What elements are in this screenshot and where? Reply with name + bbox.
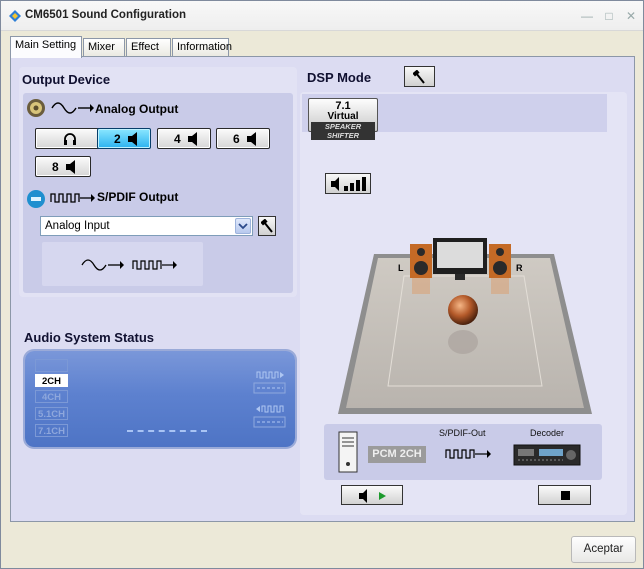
tab-main-setting[interactable]: Main Setting [10, 36, 82, 58]
analog-wave-icon [51, 102, 94, 114]
conversion-indicator [42, 242, 203, 286]
digital-in-indicator-icon [253, 405, 286, 428]
audio-status-display: 2CH 4CH 5.1CH 7.1CH [25, 351, 295, 447]
stop-icon [561, 491, 570, 500]
hammer-icon [261, 219, 273, 233]
speaker-small-icon [66, 160, 75, 174]
window-title: CM6501 Sound Configuration [25, 9, 186, 21]
tab-label: Information [177, 41, 233, 53]
speaker-play-icon [359, 489, 386, 503]
close-icon[interactable]: ✕ [623, 8, 639, 24]
8-channel-button[interactable]: 8 [35, 156, 91, 177]
title-bar[interactable]: CM6501 Sound Configuration — □ ✕ [1, 1, 643, 31]
spdif-out-label: S/PDIF-Out [439, 428, 486, 438]
tab-label: Effect [131, 41, 159, 53]
right-speaker-label: R [516, 263, 523, 273]
tab-mixer[interactable]: Mixer [83, 38, 125, 57]
minimize-icon[interactable]: — [579, 8, 595, 24]
analog-output-label: Analog Output [95, 102, 179, 116]
play-test-button[interactable] [341, 485, 403, 505]
virtual-label-bottom: SPEAKER SHIFTER [311, 122, 375, 140]
headphone-button[interactable] [35, 128, 103, 149]
output-device-heading: Output Device [22, 72, 111, 87]
channel-count: 6 [233, 132, 240, 146]
spdif-output-label: S/PDIF Output [97, 190, 179, 204]
volume-bars-icon [331, 177, 366, 191]
speaker-small-icon [128, 132, 137, 146]
left-speaker-label: L [398, 263, 404, 273]
spdif-settings-button[interactable] [258, 216, 276, 236]
hammer-icon [413, 70, 425, 84]
dsp-mode-heading: DSP Mode [307, 70, 372, 85]
decoder-receiver-icon [513, 444, 581, 466]
spdif-source-value: Analog Input [45, 220, 110, 232]
virtual-room-view [338, 238, 592, 414]
audio-status-heading: Audio System Status [24, 330, 155, 345]
channel-status-7-1ch: 7.1CH [35, 424, 68, 437]
dsp-settings-button[interactable] [404, 66, 435, 87]
4-channel-button[interactable]: 4 [157, 128, 211, 149]
maximize-icon[interactable]: □ [601, 8, 617, 24]
channel-count: 2 [114, 132, 121, 146]
decoder-label: Decoder [530, 428, 565, 438]
channel-status-headphone [35, 359, 68, 372]
6-channel-button[interactable]: 6 [216, 128, 270, 149]
channel-count: 8 [52, 160, 59, 174]
channel-status-2ch: 2CH [35, 374, 68, 387]
accept-button[interactable]: Aceptar [571, 536, 636, 563]
analog-wave-icon [81, 259, 124, 271]
digital-wave-icon [132, 260, 177, 270]
virtual-label-middle: Virtual [327, 111, 359, 122]
channel-status-4ch: 4CH [35, 390, 68, 403]
speaker-small-icon [188, 132, 197, 146]
tab-information[interactable]: Information [172, 38, 233, 57]
speaker-icon [27, 99, 45, 117]
pcm-format-badge: PCM 2CH [368, 446, 426, 463]
2-channel-button[interactable]: 2 [97, 128, 151, 149]
app-logo-icon [9, 10, 21, 22]
headphone-icon [64, 133, 76, 145]
volume-level-button[interactable] [325, 173, 371, 194]
digital-wave-icon [445, 449, 491, 459]
channel-count: 4 [174, 132, 181, 146]
digital-out-indicator-icon [253, 371, 286, 394]
digital-wave-icon [50, 193, 95, 203]
app-window: CM6501 Sound Configuration — □ ✕ Main Se… [0, 0, 644, 569]
channel-status-5-1ch: 5.1CH [35, 407, 68, 420]
spdif-port-icon [27, 190, 45, 208]
virtual-7-1-button[interactable]: 7.1 Virtual SPEAKER SHIFTER [308, 98, 378, 140]
spdif-source-select[interactable]: Analog Input [40, 216, 253, 236]
stop-test-button[interactable] [538, 485, 591, 505]
level-meter [127, 430, 207, 432]
chevron-down-icon[interactable] [235, 218, 251, 234]
tab-label: Mixer [88, 41, 115, 53]
tab-effect[interactable]: Effect [126, 38, 171, 57]
pc-tower-icon [338, 431, 358, 473]
tab-label: Main Setting [15, 39, 77, 51]
speaker-small-icon [247, 132, 256, 146]
